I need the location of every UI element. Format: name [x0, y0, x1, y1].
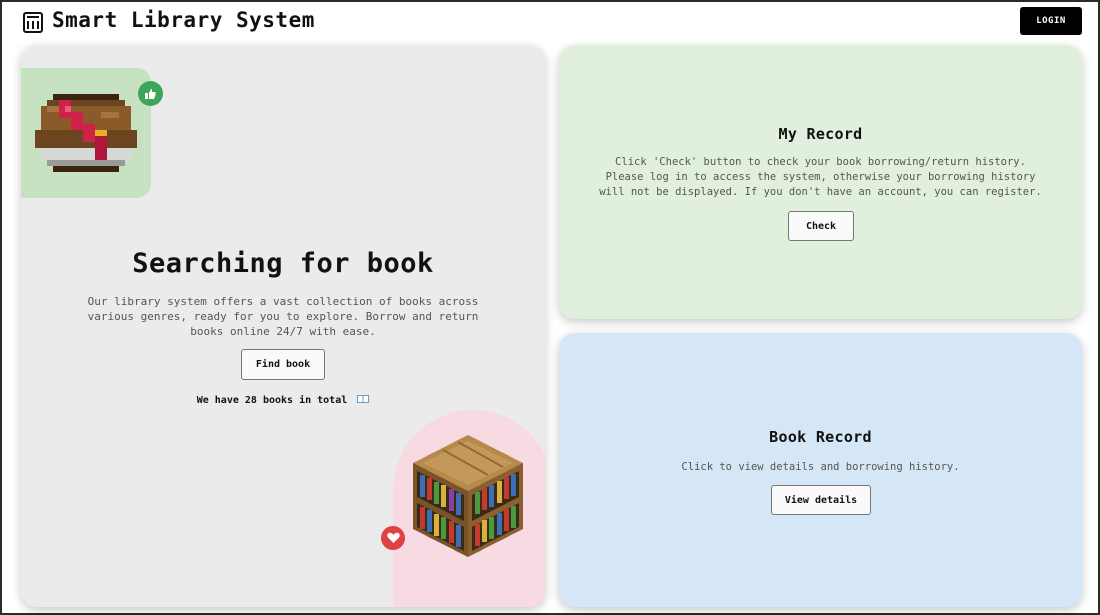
search-description: Our library system offers a vast collect…	[87, 295, 479, 338]
library-building-icon	[23, 12, 43, 33]
book-count: We have 28 books in total	[21, 394, 545, 406]
pixel-bookshelf-icon	[413, 435, 523, 557]
my-record-description: Click 'Check' button to check your book …	[599, 156, 1042, 198]
search-title: Searching for book	[132, 248, 434, 279]
book-record-title: Book Record	[769, 428, 872, 446]
open-book-icon	[357, 395, 370, 403]
pixel-book-icon	[35, 94, 137, 172]
site-title: Smart Library System	[52, 8, 315, 32]
book-record-card: Book Record Click to view details and bo…	[559, 333, 1082, 607]
book-record-description: Click to view details and borrowing hist…	[681, 461, 960, 473]
header: Smart Library System LOGIN	[2, 2, 1098, 42]
heart-icon	[381, 526, 405, 550]
search-card: Searching for book Our library system of…	[21, 45, 545, 607]
find-book-button[interactable]: Find book	[241, 349, 325, 380]
login-button[interactable]: LOGIN	[1020, 7, 1082, 35]
thumbs-up-icon	[138, 81, 163, 106]
book-count-text: We have 28 books in total	[196, 395, 348, 406]
check-button[interactable]: Check	[788, 211, 854, 241]
my-record-title: My Record	[778, 125, 863, 143]
my-record-card: My Record Click 'Check' button to check …	[559, 45, 1082, 319]
view-details-button[interactable]: View details	[771, 485, 871, 515]
